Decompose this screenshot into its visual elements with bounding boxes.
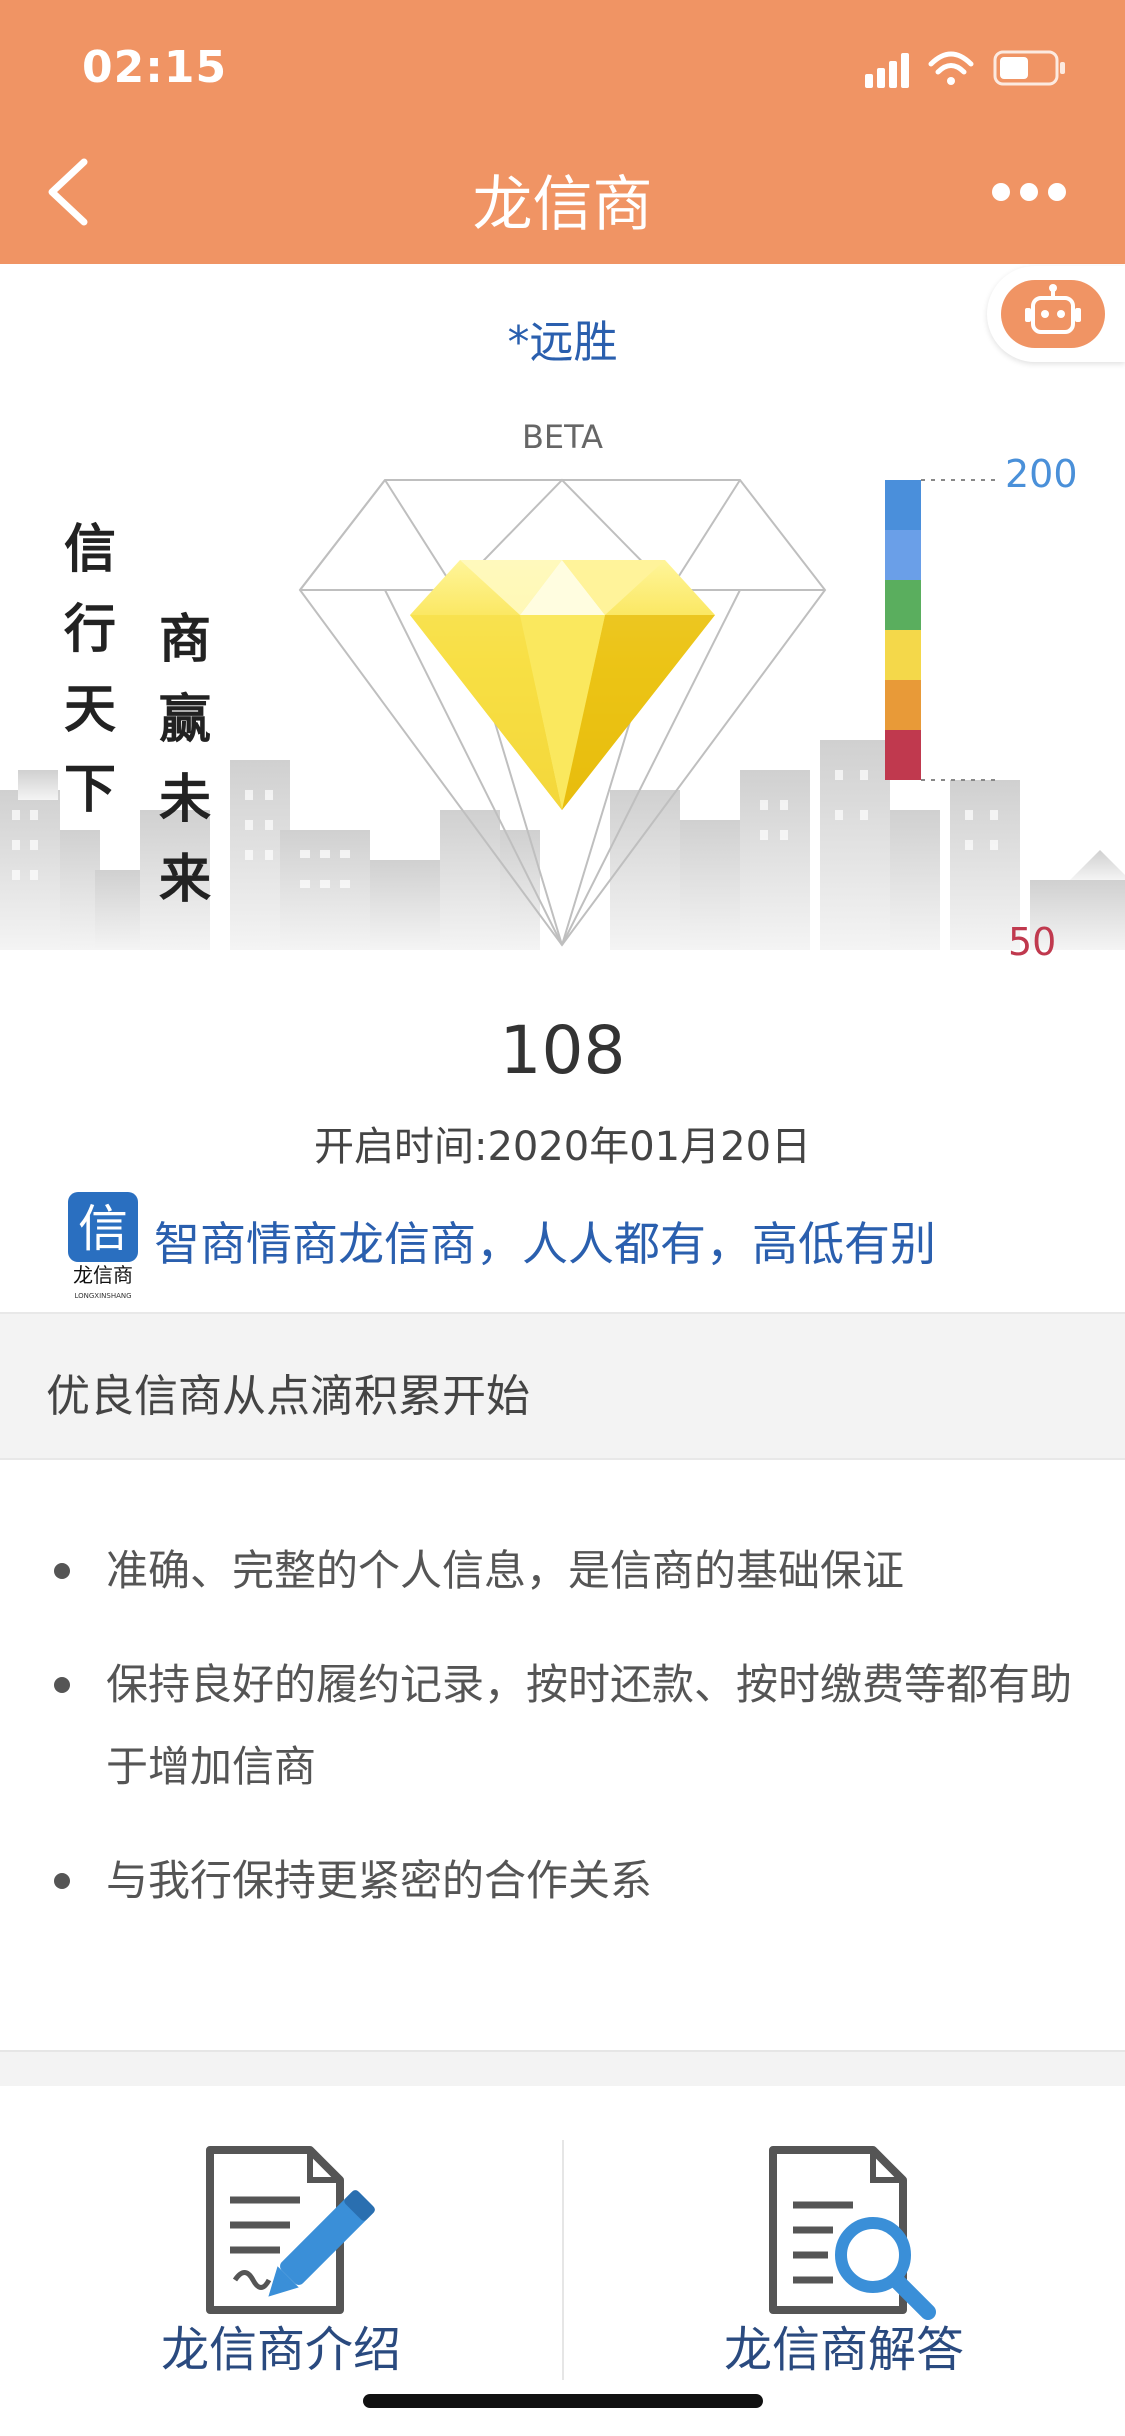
faq-label: 龙信商解答 (723, 2322, 964, 2378)
wifi-icon (928, 51, 974, 85)
calligraphy-left: 信行天下 (63, 519, 116, 820)
list-item: 与我行保持更紧密的合作关系 (46, 1840, 1076, 1922)
beta-label: BETA (521, 418, 604, 456)
open-date-value: 2020年01月20日 (487, 1124, 812, 1170)
list-item: 准确、完整的个人信息，是信商的基础保证 (46, 1530, 1076, 1612)
more-icon[interactable] (989, 180, 1069, 204)
open-date: 开启时间:2020年01月20日 (0, 1114, 1125, 1172)
home-indicator[interactable] (363, 2394, 763, 2408)
list-item: 保持良好的履约记录，按时还款、按时缴费等都有助于增加信商 (46, 1644, 1076, 1808)
status-icons (865, 50, 1065, 88)
svg-text:龙信商: 龙信商 (73, 1263, 133, 1287)
section-title: 优良信商从点滴积累开始 (46, 1371, 530, 1422)
bullet-icon (54, 1563, 70, 1579)
svg-text:信: 信 (78, 1200, 128, 1258)
tip-text: 准确、完整的个人信息，是信商的基础保证 (106, 1546, 905, 1595)
page-title: 龙信商 (472, 170, 653, 240)
svg-text:LONGXINSHANG: LONGXINSHANG (74, 1292, 131, 1300)
intro-button[interactable]: 龙信商介绍 (0, 2100, 562, 2400)
faq-button[interactable]: 龙信商解答 (563, 2100, 1125, 2400)
longxinshang-logo: 信 龙信商 LONGXINSHANG (68, 1192, 138, 1300)
scale-min-label: 50 (1008, 920, 1057, 964)
credit-scale (885, 479, 1000, 781)
battery-icon (993, 50, 1065, 86)
tip-text: 保持良好的履约记录，按时还款、按时缴费等都有助于增加信商 (106, 1660, 1073, 1791)
gem-icon (410, 560, 715, 810)
tip-text: 与我行保持更紧密的合作关系 (106, 1856, 653, 1905)
credit-score: 108 (499, 1012, 626, 1089)
slogan-text: 智商情商龙信商，人人都有，高低有别 (154, 1217, 936, 1271)
calligraphy-right: 商赢未来 (158, 609, 211, 910)
bullet-icon (54, 1677, 70, 1693)
tips-list: 准确、完整的个人信息，是信商的基础保证 保持良好的履约记录，按时还款、按时缴费等… (46, 1530, 1076, 1954)
signal-icon (865, 53, 909, 88)
open-date-label: 开启时间: (313, 1124, 488, 1170)
scale-max-label: 200 (1005, 452, 1078, 496)
section-divider (0, 2050, 1125, 2086)
document-search-icon (769, 2146, 936, 2320)
bullet-icon (54, 1873, 70, 1889)
status-time: 02:15 (82, 42, 228, 93)
document-pen-icon (206, 2146, 375, 2314)
user-name: *远胜 (507, 317, 618, 368)
top-bar: 02:15 龙信商 (0, 0, 1125, 264)
intro-label: 龙信商介绍 (160, 2322, 401, 2378)
